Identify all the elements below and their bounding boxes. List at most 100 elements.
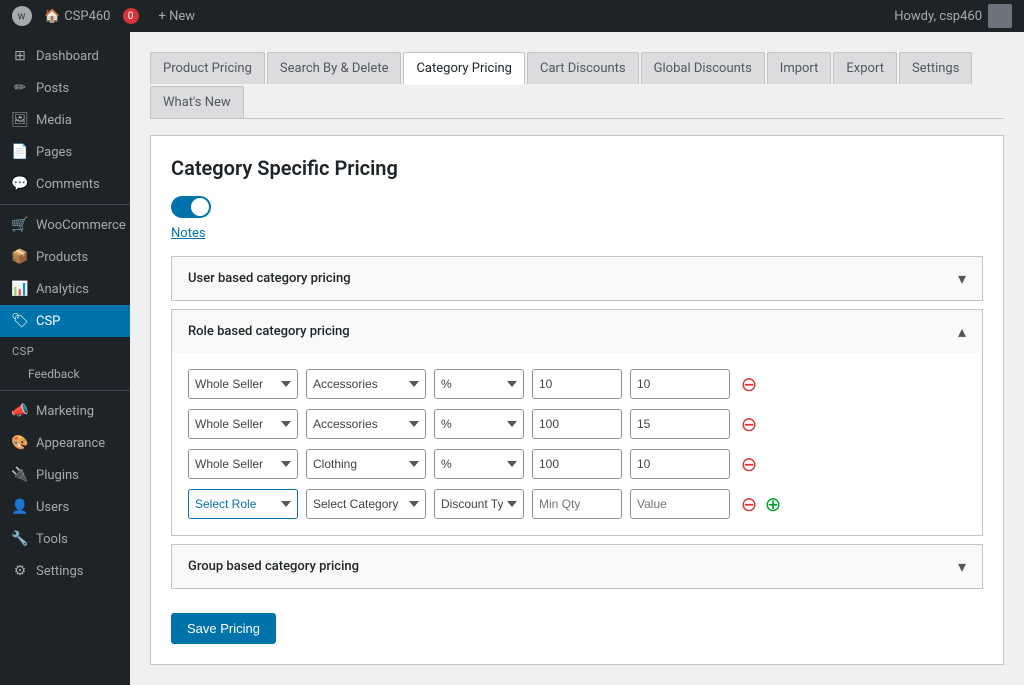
user-avatar [988,4,1012,28]
pricing-row-3: Whole Seller Retailer Customer Accessori… [188,449,966,479]
category-pricing-toggle[interactable] [171,196,211,218]
group-based-header[interactable]: Group based category pricing ▾ [172,545,982,588]
tab-global-discounts[interactable]: Global Discounts [641,52,765,84]
tab-cart-discounts[interactable]: Cart Discounts [527,52,639,84]
discount-select-3[interactable]: % Fixed [434,449,524,479]
user-based-label: User based category pricing [188,271,351,286]
sidebar-item-settings[interactable]: ⚙ Settings [0,555,130,587]
products-icon: 📦 [12,249,28,265]
value-input-1[interactable] [630,369,730,399]
pricing-row-1: Whole Seller Retailer Customer Accessori… [188,369,966,399]
sidebar-label-csp: CSP [36,314,60,329]
remove-row-new-button[interactable]: ⊖ [738,493,760,515]
users-icon: 👤 [12,499,28,515]
row-1-actions: ⊖ [738,373,760,395]
role-based-header[interactable]: Role based category pricing ▴ [172,310,982,353]
user-based-section: User based category pricing ▾ [171,256,983,301]
analytics-icon: 📊 [12,281,28,297]
sidebar-label-woocommerce: WooCommerce [36,218,126,233]
role-select-3[interactable]: Whole Seller Retailer Customer [188,449,298,479]
tab-category-pricing[interactable]: Category Pricing [403,52,525,85]
csp-icon: 🏷 [12,313,28,329]
new-button[interactable]: + New [159,9,196,24]
min-qty-input-3[interactable] [532,449,622,479]
howdy-text[interactable]: Howdy, csp460 [894,4,1012,28]
tab-whats-new[interactable]: What's New [150,86,244,118]
marketing-icon: 📣 [12,403,28,419]
notification-count[interactable]: 0 [123,8,139,24]
tab-settings[interactable]: Settings [899,52,972,84]
tools-icon: 🔧 [12,531,28,547]
discount-select-1[interactable]: % Fixed [434,369,524,399]
sidebar-item-csp[interactable]: 🏷 CSP [0,305,130,337]
notes-link[interactable]: Notes [171,226,206,241]
sidebar-label-pages: Pages [36,145,72,160]
sidebar-item-analytics[interactable]: 📊 Analytics [0,273,130,305]
category-select-new[interactable]: Select Category Accessories Clothing Ele… [306,489,426,519]
svg-text:W: W [18,13,26,23]
sidebar-item-dashboard[interactable]: ⊞ Dashboard [0,40,130,72]
sidebar-label-marketing: Marketing [36,404,94,419]
sidebar-item-tools[interactable]: 🔧 Tools [0,523,130,555]
site-name[interactable]: 🏠 CSP460 [44,9,111,24]
sidebar-label-users: Users [36,500,69,515]
sidebar-item-posts[interactable]: ✏ Posts [0,72,130,104]
pricing-row-2: Whole Seller Retailer Customer Accessori… [188,409,966,439]
sidebar-item-products[interactable]: 📦 Products [0,241,130,273]
save-pricing-button[interactable]: Save Pricing [171,613,276,644]
sidebar-item-appearance[interactable]: 🎨 Appearance [0,427,130,459]
csp-section-label: CSP [0,337,130,362]
sidebar-label-products: Products [36,250,88,265]
tab-import[interactable]: Import [767,52,832,84]
min-qty-input-2[interactable] [532,409,622,439]
plugins-icon: 🔌 [12,467,28,483]
discount-select-new[interactable]: Discount Type % Fixed [434,489,524,519]
user-based-header[interactable]: User based category pricing ▾ [172,257,982,300]
tab-search-by-delete[interactable]: Search By & Delete [267,52,402,84]
posts-icon: ✏ [12,80,28,96]
value-input-2[interactable] [630,409,730,439]
sidebar-label-analytics: Analytics [36,282,89,297]
role-select-new[interactable]: Select Role Whole Seller Retailer Custom… [188,489,298,519]
sidebar-label-comments: Comments [36,177,100,192]
sidebar-label-appearance: Appearance [36,436,105,451]
pricing-row-new: Select Role Whole Seller Retailer Custom… [188,489,966,519]
sidebar-item-plugins[interactable]: 🔌 Plugins [0,459,130,491]
category-select-2[interactable]: Accessories Clothing Electronics [306,409,426,439]
discount-select-2[interactable]: % Fixed [434,409,524,439]
wp-logo: W [12,6,32,26]
sidebar-label-media: Media [36,113,72,128]
value-input-new[interactable] [630,489,730,519]
value-input-3[interactable] [630,449,730,479]
min-qty-input-1[interactable] [532,369,622,399]
role-select-2[interactable]: Whole Seller Retailer Customer [188,409,298,439]
role-based-body: Whole Seller Retailer Customer Accessori… [172,353,982,535]
category-select-1[interactable]: Accessories Clothing Electronics [306,369,426,399]
remove-row-2-button[interactable]: ⊖ [738,413,760,435]
sidebar-item-users[interactable]: 👤 Users [0,491,130,523]
tab-export[interactable]: Export [833,52,897,84]
sidebar-item-feedback[interactable]: Feedback [0,362,130,386]
comments-icon: 💬 [12,176,28,192]
sidebar-item-woocommerce[interactable]: 🛒 WooCommerce [0,209,130,241]
sidebar-label-posts: Posts [36,81,69,96]
remove-row-3-button[interactable]: ⊖ [738,453,760,475]
add-row-button[interactable]: ⊕ [762,493,784,515]
remove-row-1-button[interactable]: ⊖ [738,373,760,395]
category-select-3[interactable]: Accessories Clothing Electronics [306,449,426,479]
page-title: Category Specific Pricing [171,156,983,180]
row-2-actions: ⊖ [738,413,760,435]
woocommerce-icon: 🛒 [12,217,28,233]
tab-product-pricing[interactable]: Product Pricing [150,52,265,84]
role-based-chevron: ▴ [958,322,966,341]
group-based-section: Group based category pricing ▾ [171,544,983,589]
sidebar-item-marketing[interactable]: 📣 Marketing [0,395,130,427]
sidebar-item-pages[interactable]: 📄 Pages [0,136,130,168]
role-select-1[interactable]: Whole Seller Retailer Customer [188,369,298,399]
user-based-chevron: ▾ [958,269,966,288]
sidebar-label-plugins: Plugins [36,468,79,483]
sidebar-item-media[interactable]: 🖼 Media [0,104,130,136]
group-based-label: Group based category pricing [188,559,359,574]
min-qty-input-new[interactable] [532,489,622,519]
sidebar-item-comments[interactable]: 💬 Comments [0,168,130,200]
